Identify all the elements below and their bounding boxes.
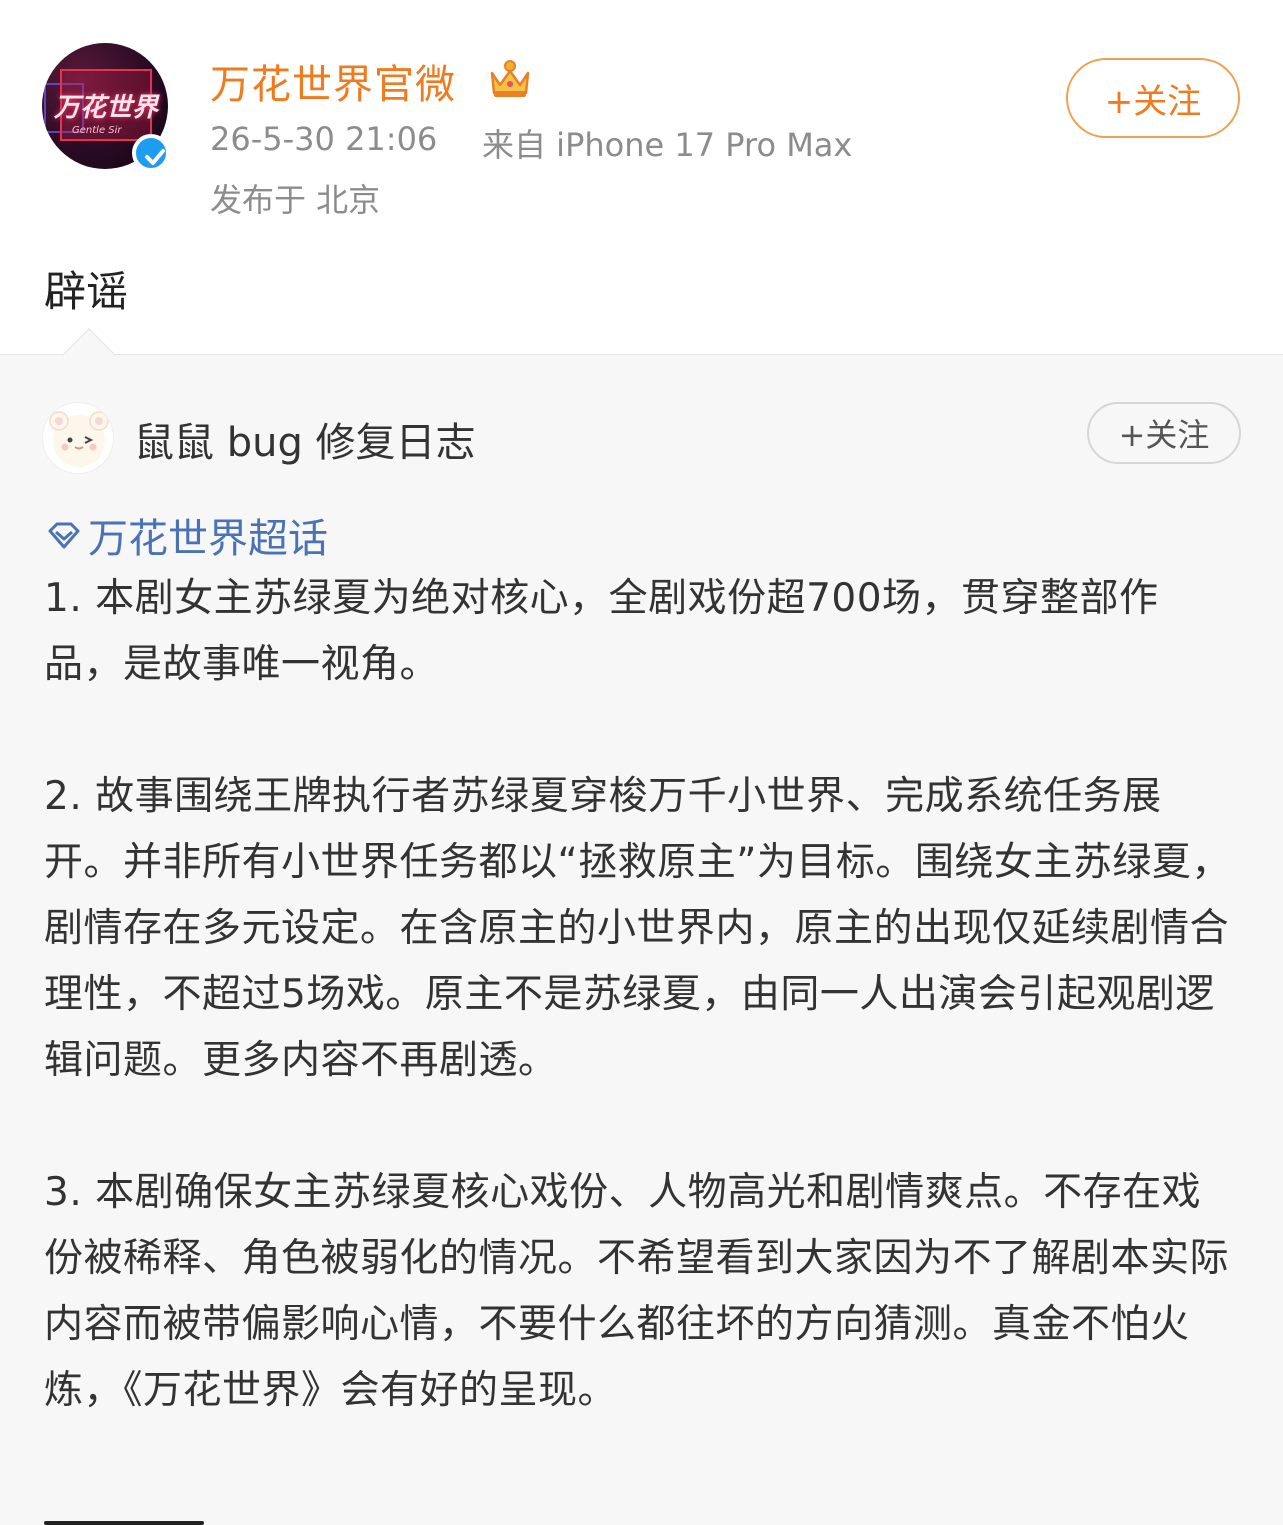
original-post: 万花世界 Gentle Sir 万花世界官微 26-5-30 21:06 来自 … — [0, 0, 1283, 355]
home-indicator — [44, 1521, 204, 1525]
repost-avatar[interactable] — [42, 402, 114, 474]
post-source: 来自 iPhone 17 Pro Max — [482, 126, 853, 164]
repost-author-name[interactable]: 鼠鼠 bug 修复日志 — [134, 410, 476, 468]
author-name[interactable]: 万花世界官微 — [210, 52, 456, 110]
follow-button[interactable]: +关注 — [1066, 58, 1240, 138]
avatar-logo-text: 万花世界 — [53, 93, 158, 123]
post-location: 发布于 北京 — [210, 181, 381, 219]
diamond-icon — [48, 522, 80, 549]
avatar-logo-sub: Gentle Sir — [72, 125, 122, 136]
post-time: 26-5-30 21:06 — [210, 120, 438, 158]
paragraph-1: 1. 本剧女主苏绿夏为绝对核心，全剧戏份超700场，贯穿整部作品，是故事唯一视角… — [44, 576, 1159, 687]
crown-icon — [488, 57, 532, 99]
repost-body: 1. 本剧女主苏绿夏为绝对核心，全剧戏份超700场，贯穿整部作品，是故事唯一视角… — [44, 566, 1234, 1424]
paragraph-2: 2. 故事围绕王牌执行者苏绿夏穿梭万千小世界、完成系统任务展开。并非所有小世界任… — [44, 774, 1231, 1083]
post-text: 辟谣 — [44, 267, 129, 316]
repost-follow-button[interactable]: +关注 — [1087, 402, 1241, 464]
paragraph-3: 3. 本剧确保女主苏绿夏核心戏份、人物高光和剧情爽点。不存在戏份被稀释、角色被弱… — [44, 1170, 1230, 1413]
topic-link[interactable]: 万花世界超话 — [44, 506, 328, 564]
verified-icon — [132, 134, 170, 172]
topic-label: 万花世界超话 — [88, 516, 328, 562]
